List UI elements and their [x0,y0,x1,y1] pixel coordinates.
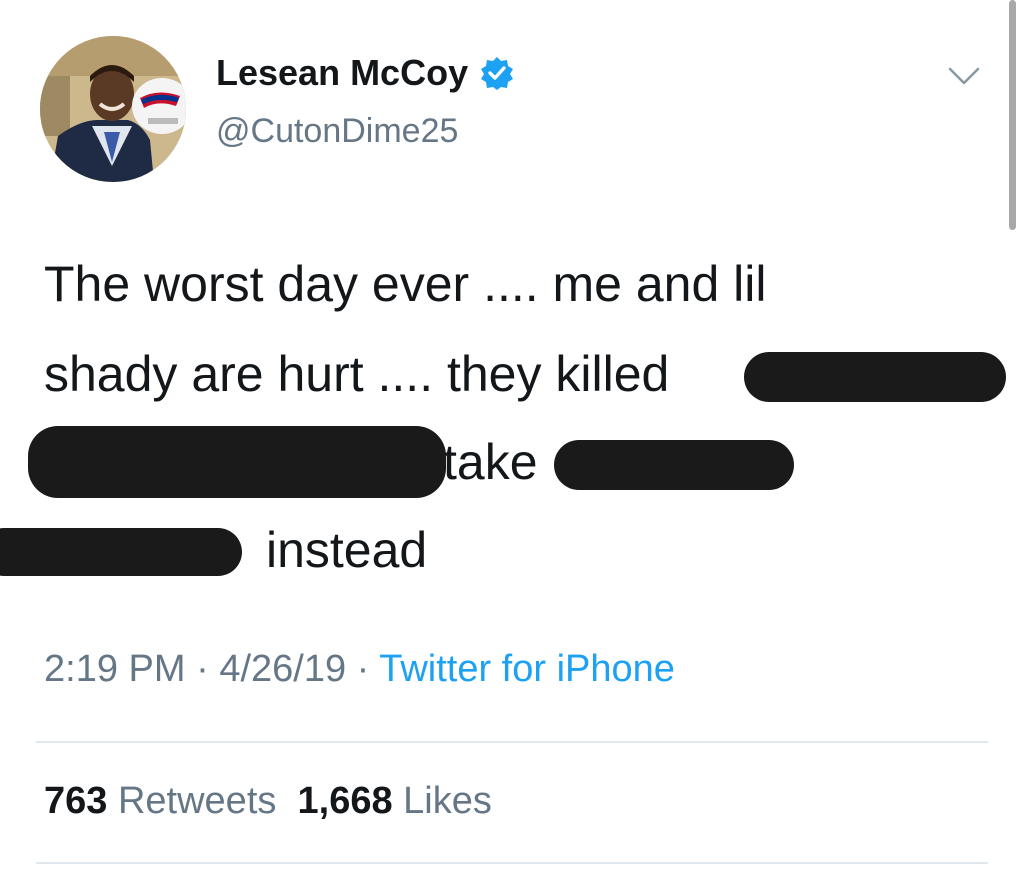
tweet-line-3: take [443,434,538,490]
retweets-stat[interactable]: 763 Retweets [44,780,276,822]
meta-separator: · [185,648,220,690]
avatar[interactable] [40,36,186,182]
tweet-date[interactable]: 4/26/19 [219,648,346,690]
tweet-time[interactable]: 2:19 PM [44,648,186,690]
likes-stat[interactable]: 1,668 Likes [298,780,492,822]
tweet-line-4: instead [266,522,428,578]
display-name-row[interactable]: Lesean McCoy [216,52,514,94]
likes-label: Likes [403,780,492,822]
tweet-source-link[interactable]: Twitter for iPhone [379,648,675,690]
likes-count: 1,668 [297,780,393,822]
chevron-down-icon[interactable] [946,64,982,88]
retweets-label: Retweets [117,780,277,822]
tweet-line-2: shady are hurt .... they killed [44,346,670,402]
redaction-bar-2 [28,426,446,498]
tweet-line-1: The worst day ever .... me and lil [44,256,767,312]
tweet-meta: 2:19 PM · 4/26/19 · Twitter for iPhone [44,648,675,691]
redaction-bar-4 [0,528,242,576]
divider-top [36,741,988,743]
display-name[interactable]: Lesean McCoy [216,52,468,94]
profile-photo [40,36,186,182]
redaction-bar-1 [744,352,1006,402]
meta-separator-2: · [346,648,380,690]
retweets-count: 763 [44,780,108,822]
divider-bottom [36,862,988,864]
user-handle[interactable]: @CutonDime25 [216,112,458,151]
scrollbar[interactable] [1009,0,1016,230]
redaction-bar-3 [554,440,794,490]
verified-badge-icon [480,56,514,90]
tweet-stats: 763 Retweets 1,668 Likes [44,780,492,823]
